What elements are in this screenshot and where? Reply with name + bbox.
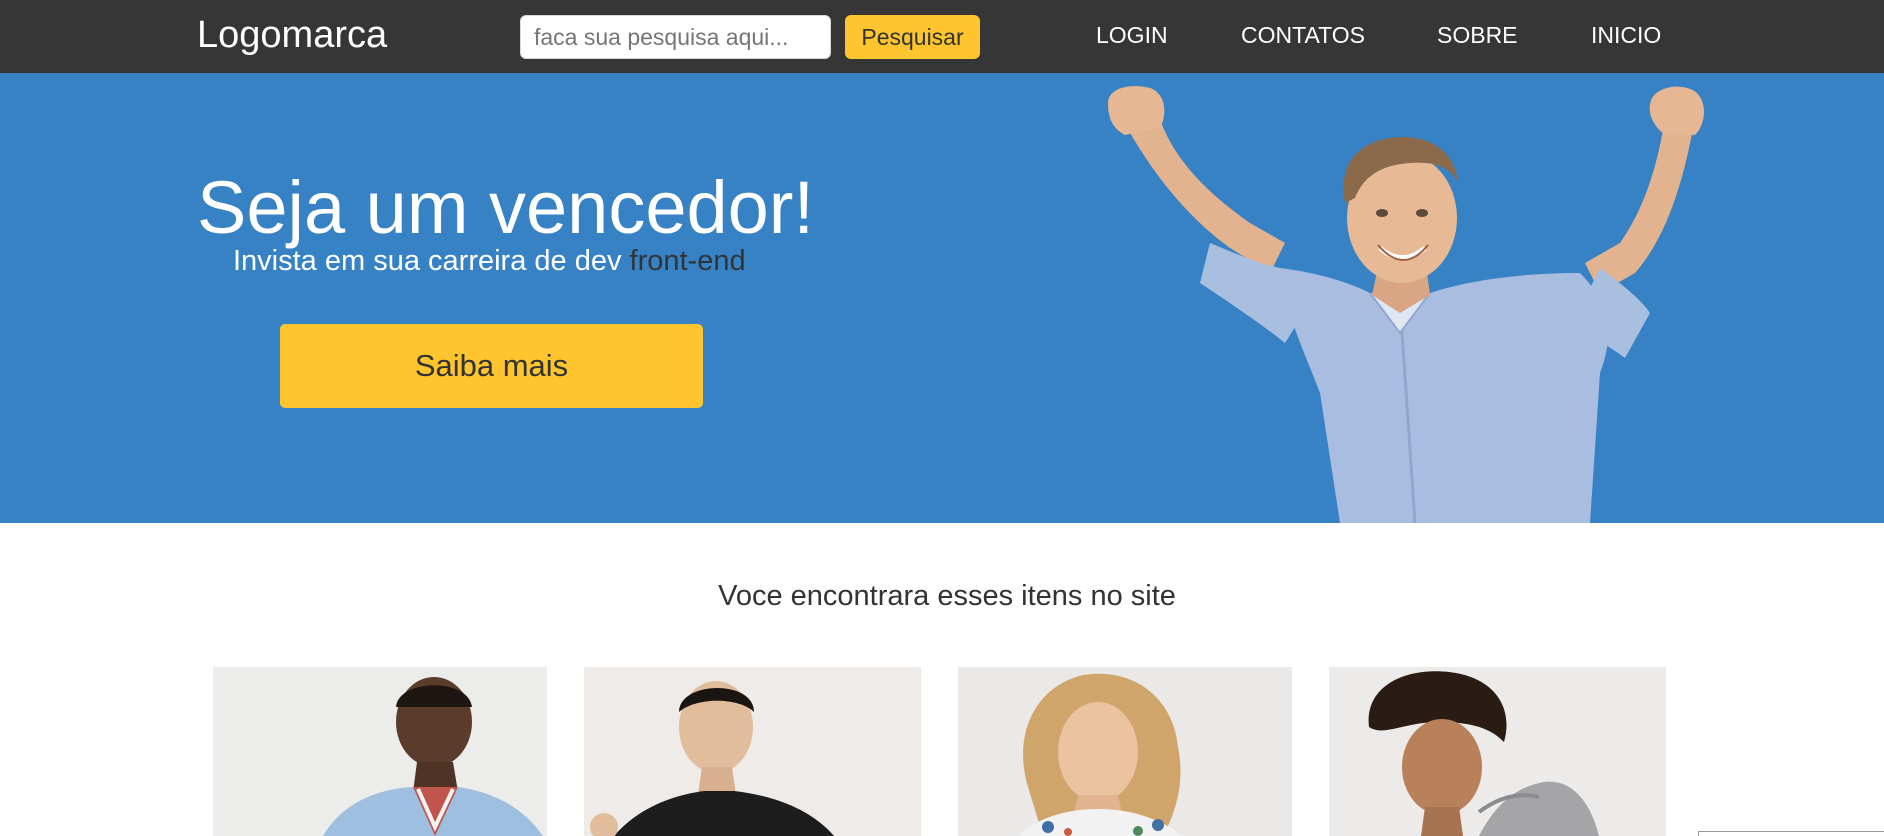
model-photo-2 xyxy=(590,681,834,836)
model-photo-4 xyxy=(1368,671,1599,836)
hero-subtitle: Invista em sua carreira de dev front-end xyxy=(233,245,746,278)
item-card[interactable] xyxy=(213,667,547,836)
nav-link-contatos[interactable]: CONTATOS xyxy=(1241,22,1365,49)
search-button[interactable]: Pesquisar xyxy=(845,15,980,59)
hero-title: Seja um vencedor! xyxy=(197,166,815,249)
hero-subtitle-main: Invista em sua carreira de dev xyxy=(233,245,630,277)
top-navbar: Logomarca Pesquisar LOGIN CONTATOS SOBRE… xyxy=(0,0,1884,73)
right-arm xyxy=(1585,118,1695,293)
model-photo-3 xyxy=(1018,673,1183,836)
left-arm xyxy=(1118,111,1285,273)
item-card[interactable] xyxy=(1329,667,1666,836)
search-input[interactable] xyxy=(520,15,831,59)
nav-link-login[interactable]: LOGIN xyxy=(1096,22,1168,49)
section-title: Voce encontrara esses itens no site xyxy=(718,580,1176,612)
item-card[interactable] xyxy=(584,667,921,836)
nav-link-sobre[interactable]: SOBRE xyxy=(1437,22,1518,49)
saiba-mais-button[interactable]: Saiba mais xyxy=(280,324,703,408)
logo[interactable]: Logomarca xyxy=(197,14,387,57)
hero-subtitle-accent: front-end xyxy=(629,245,746,277)
left-fist xyxy=(1108,86,1165,135)
corner-widget xyxy=(1698,831,1884,836)
item-card[interactable] xyxy=(958,667,1292,836)
shirt xyxy=(1280,268,1609,523)
right-fist xyxy=(1649,86,1704,135)
nav-link-inicio[interactable]: INICIO xyxy=(1591,22,1661,49)
hero-banner: Seja um vencedor! Invista em sua carreir… xyxy=(0,73,1884,523)
model-photo-1 xyxy=(323,677,543,836)
man-arms-raised-photo xyxy=(1108,86,1704,523)
